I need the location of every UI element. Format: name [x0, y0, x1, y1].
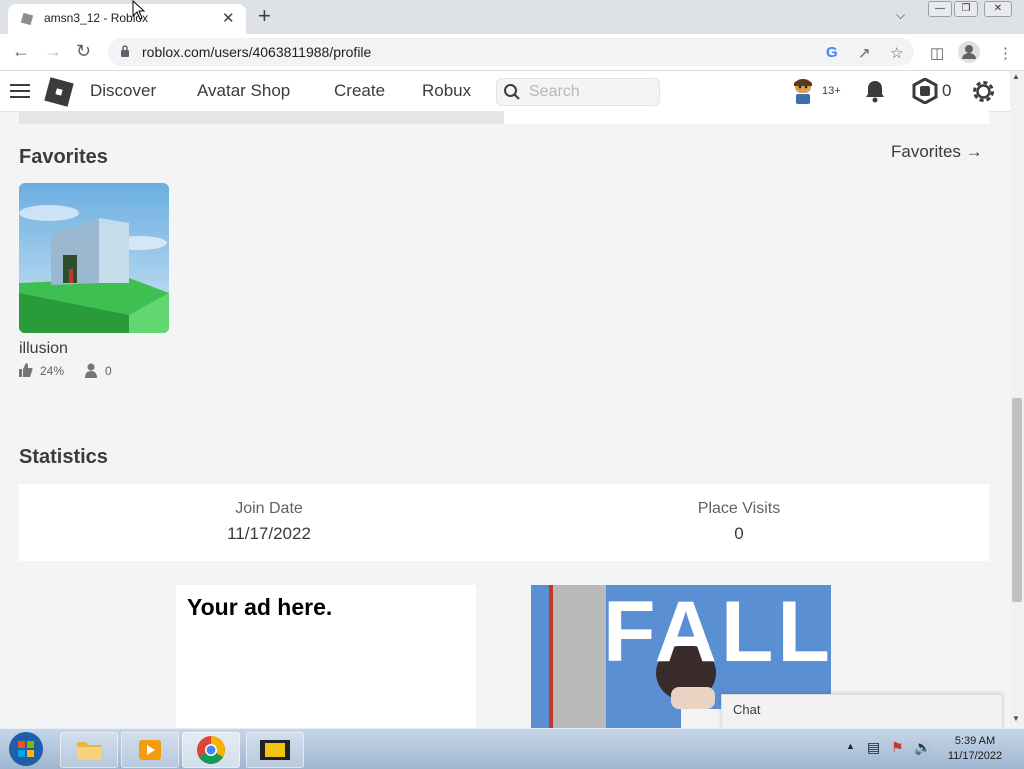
user-avatar[interactable] [790, 77, 816, 105]
hamburger-menu-icon[interactable] [10, 83, 30, 99]
back-arrow-icon[interactable]: ← [12, 41, 30, 62]
nav-avatar-shop[interactable]: Avatar Shop [197, 81, 290, 101]
game-rating: 24% [40, 364, 65, 378]
reload-icon[interactable]: ↻ [76, 41, 91, 62]
chrome-icon [197, 736, 225, 764]
url-text: roblox.com/users/4063811988/profile [142, 44, 372, 60]
taskbar-video-app[interactable] [246, 732, 304, 768]
folder-icon [77, 742, 101, 760]
clock-date: 11/17/2022 [947, 750, 1003, 762]
search-icon [504, 84, 520, 100]
game-thumbnail[interactable] [19, 183, 169, 333]
favorites-title: Favorites [19, 146, 108, 168]
lock-icon [121, 45, 129, 57]
thumbs-up-icon [19, 363, 33, 377]
search-placeholder: Search [529, 83, 580, 100]
game-name[interactable]: illusion [19, 340, 68, 358]
bookmark-star-icon[interactable]: ☆ [890, 44, 903, 62]
settings-gear-icon[interactable] [970, 78, 997, 105]
statistics-title: Statistics [19, 446, 108, 468]
taskbar-media-player[interactable] [121, 732, 179, 768]
mouse-cursor-icon [132, 0, 146, 20]
roblox-header: Discover Avatar Shop Create Robux Search… [0, 71, 1010, 112]
chat-label: Chat [733, 702, 761, 717]
place-visits-label: Place Visits [697, 500, 781, 517]
share-icon[interactable]: ↗ [858, 44, 871, 62]
taskbar-explorer[interactable] [60, 732, 118, 768]
age-badge: 13+ [822, 85, 841, 97]
statistics-panel [19, 484, 989, 561]
ad-left-text: Your ad here. [187, 594, 333, 620]
volume-icon[interactable]: 🔊 [914, 739, 931, 756]
tray-expand-icon[interactable]: ▲ [846, 741, 855, 751]
profile-avatar-icon[interactable] [958, 41, 980, 63]
restore-button[interactable]: ❐ [954, 1, 978, 17]
tab-close-icon[interactable]: ✕ [222, 9, 235, 27]
nav-robux[interactable]: Robux [422, 81, 471, 101]
chat-bar[interactable]: Chat [721, 694, 1003, 730]
place-visits-value: 0 [734, 524, 744, 543]
close-window-button[interactable]: ✕ [984, 1, 1012, 17]
player-count-icon [85, 363, 97, 378]
scroll-up-arrow-icon[interactable]: ▲ [1012, 72, 1020, 81]
search-input[interactable]: Search [496, 78, 660, 106]
google-icon[interactable]: G [826, 44, 838, 61]
taskbar-chrome[interactable] [182, 732, 240, 768]
browser-tabstrip: amsn3_12 - Roblox ✕ + ⌵ — ❐ ✕ [0, 0, 1024, 34]
scrolled-content-remnant [19, 111, 504, 124]
menu-kebab-icon[interactable]: ⋮ [998, 44, 1013, 62]
nav-discover[interactable]: Discover [90, 81, 156, 101]
game-player-count: 0 [105, 364, 112, 378]
clock-time: 5:39 AM [954, 735, 996, 747]
tab-search-chevron-icon[interactable]: ⌵ [896, 8, 905, 23]
notification-bell-icon[interactable] [864, 79, 886, 103]
new-tab-button[interactable]: + [258, 3, 271, 29]
side-panel-icon[interactable]: ◫ [930, 44, 944, 62]
film-strip-icon [260, 740, 290, 760]
media-player-icon [139, 740, 161, 760]
scrolled-content-remnant-right [504, 111, 989, 124]
address-bar[interactable]: roblox.com/users/4063811988/profile [108, 38, 914, 66]
network-icon[interactable]: ▤ [867, 739, 880, 756]
windows-taskbar: ▲ ▤ ⚑ 🔊 5:39 AM 11/17/2022 [0, 728, 1024, 769]
nav-create[interactable]: Create [334, 81, 385, 101]
start-button-icon[interactable] [6, 730, 46, 768]
forward-arrow-icon[interactable]: → [44, 41, 62, 62]
robux-count[interactable]: 0 [942, 81, 951, 101]
favorites-see-all-link[interactable]: Favorites → [891, 142, 983, 162]
join-date-label: Join Date [235, 500, 303, 517]
scrollbar-thumb[interactable] [1012, 398, 1022, 602]
ad-banner-left[interactable]: Your ad here. [176, 585, 476, 728]
minimize-button[interactable]: — [928, 1, 952, 17]
scroll-down-arrow-icon[interactable]: ▼ [1012, 714, 1020, 723]
roblox-favicon-icon [20, 12, 34, 26]
game-thumbnail-image [19, 183, 169, 333]
ad-right-text: FALL [603, 585, 831, 680]
browser-tab[interactable]: amsn3_12 - Roblox ✕ [8, 4, 246, 34]
robux-icon[interactable] [912, 78, 938, 104]
system-clock[interactable]: 5:39 AM 11/17/2022 [940, 734, 1010, 764]
action-center-flag-icon[interactable]: ⚑ [891, 739, 904, 756]
join-date-value: 11/17/2022 [227, 524, 311, 543]
roblox-logo-icon[interactable] [44, 77, 74, 107]
